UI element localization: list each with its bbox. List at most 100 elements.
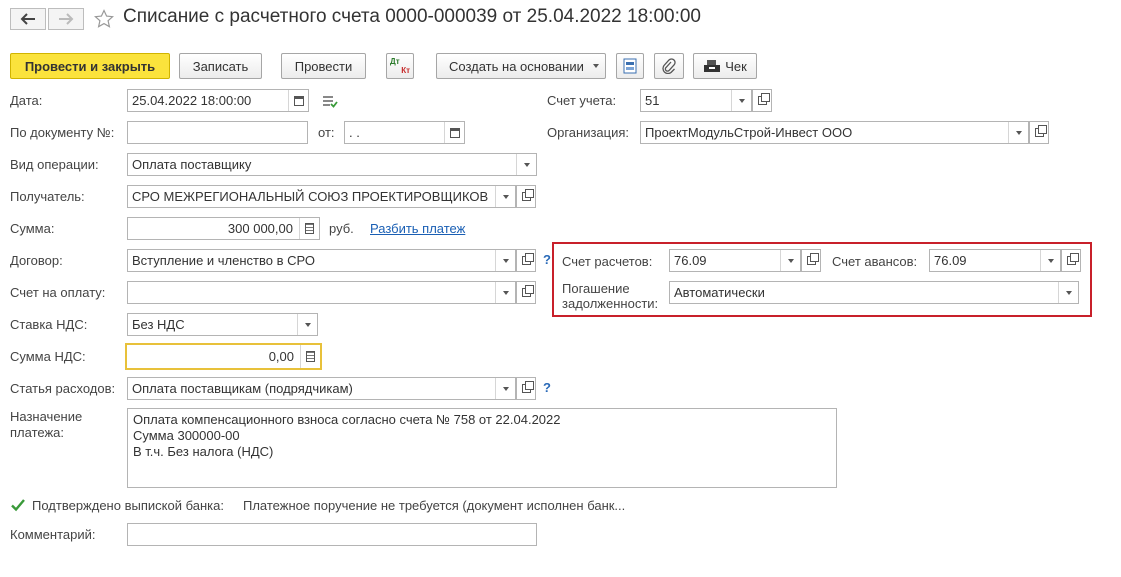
vat-rate-label: Ставка НДС:: [10, 317, 88, 332]
debt-repayment-dropdown[interactable]: [1058, 282, 1078, 303]
operation-type-dropdown[interactable]: [516, 154, 536, 175]
from-date-label: от:: [318, 125, 335, 140]
organization-open-button[interactable]: [1029, 121, 1049, 144]
calendar-button[interactable]: [288, 90, 308, 111]
open-icon: [757, 93, 770, 105]
contract-select[interactable]: Вступление и членство в СРО: [127, 249, 516, 272]
structure-button[interactable]: [616, 53, 644, 79]
cash-register-icon: [704, 60, 721, 72]
purpose-line: В т.ч. Без налога (НДС): [133, 444, 274, 459]
recipient-select[interactable]: СРО МЕЖРЕГИОНАЛЬНЫЙ СОЮЗ ПРОЕКТИРОВЩИКОВ: [127, 185, 516, 208]
organization-value: ПроектМодульСтрой-Инвест ООО: [645, 125, 853, 140]
attach-button[interactable]: [654, 53, 684, 79]
expense-help-icon[interactable]: ?: [543, 380, 551, 395]
paperclip-icon: [662, 58, 676, 74]
amount-calculator-button[interactable]: [299, 218, 319, 239]
organization-dropdown[interactable]: [1008, 122, 1028, 143]
account-dropdown[interactable]: [731, 90, 751, 111]
invoice-select[interactable]: [127, 281, 516, 304]
vat-rate-select[interactable]: Без НДС: [127, 313, 318, 336]
contract-dropdown[interactable]: [495, 250, 515, 271]
settlement-account-open-button[interactable]: [801, 249, 821, 272]
open-icon: [1066, 253, 1079, 265]
debt-repayment-label-line2: задолженности:: [562, 296, 659, 311]
advance-account-dropdown[interactable]: [1040, 250, 1060, 271]
recipient-dropdown[interactable]: [495, 186, 515, 207]
comment-input[interactable]: [127, 523, 537, 546]
advance-account-value: 76.09: [934, 253, 967, 268]
payment-purpose-textarea[interactable]: Оплата компенсационного взноса согласно …: [127, 408, 837, 488]
vat-rate-value: Без НДС: [132, 317, 185, 332]
chevron-down-icon: [1065, 290, 1072, 295]
contract-label: Договор:: [10, 253, 63, 268]
recipient-label: Получатель:: [10, 189, 85, 204]
amount-label: Сумма:: [10, 221, 55, 236]
invoice-dropdown[interactable]: [495, 282, 515, 303]
doc-number-input[interactable]: [127, 121, 308, 144]
dt-kt-icon: Дт Кт: [390, 57, 410, 75]
post-button[interactable]: Провести: [281, 53, 366, 79]
forward-button[interactable]: [48, 8, 84, 30]
expense-item-open-button[interactable]: [516, 377, 536, 400]
chevron-down-icon: [502, 258, 509, 263]
date-field[interactable]: 25.04.2022 18:00:00: [127, 89, 309, 112]
from-calendar-button[interactable]: [444, 122, 464, 143]
kt-label: Кт: [401, 66, 410, 75]
back-button[interactable]: [10, 8, 46, 30]
checkmark-icon: [11, 499, 25, 512]
from-date-field[interactable]: . .: [344, 121, 465, 144]
recipient-open-button[interactable]: [516, 185, 536, 208]
purpose-line: Оплата компенсационного взноса согласно …: [133, 412, 561, 427]
advance-account-select[interactable]: 76.09: [929, 249, 1061, 272]
advance-account-open-button[interactable]: [1061, 249, 1081, 272]
calendar-icon: [449, 127, 460, 138]
chevron-down-icon: [502, 194, 509, 199]
recipient-value: СРО МЕЖРЕГИОНАЛЬНЫЙ СОЮЗ ПРОЕКТИРОВЩИКОВ: [132, 189, 489, 204]
vat-rate-dropdown[interactable]: [297, 314, 317, 335]
create-based-on-button[interactable]: Создать на основании: [436, 53, 606, 79]
contract-open-button[interactable]: [516, 249, 536, 272]
settlement-account-dropdown[interactable]: [780, 250, 800, 271]
organization-select[interactable]: ПроектМодульСтрой-Инвест ООО: [640, 121, 1029, 144]
bank-confirmed-label: Подтверждено выпиской банка:: [32, 498, 224, 513]
debt-repayment-value: Автоматически: [674, 285, 765, 300]
vat-sum-value: 0,00: [268, 349, 294, 364]
split-payment-link[interactable]: Разбить платеж: [370, 221, 465, 236]
amount-field[interactable]: 300 000,00: [127, 217, 320, 240]
account-select[interactable]: 51: [640, 89, 752, 112]
document-check-icon[interactable]: [322, 94, 338, 108]
debt-repayment-select[interactable]: Автоматически: [669, 281, 1079, 304]
arrow-left-icon: [20, 13, 35, 25]
chevron-down-icon: [787, 258, 794, 263]
date-label: Дата:: [10, 93, 43, 108]
settlement-account-value: 76.09: [674, 253, 707, 268]
dt-label: Дт: [390, 57, 400, 66]
comment-label: Комментарий:: [10, 527, 96, 542]
receipt-button[interactable]: Чек: [693, 53, 757, 79]
star-icon[interactable]: [94, 9, 114, 29]
vat-calculator-button[interactable]: [300, 345, 320, 368]
expense-item-dropdown[interactable]: [495, 378, 515, 399]
contract-help-icon[interactable]: ?: [543, 252, 551, 267]
payment-order-status[interactable]: Платежное поручение не требуется (докуме…: [243, 498, 625, 513]
post-and-close-button[interactable]: Провести и закрыть: [10, 53, 170, 79]
purpose-label-line2: платежа:: [10, 425, 64, 440]
open-icon: [1034, 125, 1047, 137]
arrow-right-icon: [59, 13, 74, 25]
vat-sum-field[interactable]: 0,00: [125, 343, 322, 370]
document-structure-icon: [623, 58, 637, 74]
chevron-down-icon: [502, 290, 509, 295]
save-button[interactable]: Записать: [179, 53, 262, 79]
dt-kt-button[interactable]: Дт Кт: [386, 53, 414, 79]
account-open-button[interactable]: [752, 89, 772, 112]
bank-confirmed-checkbox[interactable]: [10, 497, 26, 513]
advance-account-label: Счет авансов:: [832, 254, 918, 269]
operation-type-value: Оплата поставщику: [132, 157, 252, 172]
invoice-open-button[interactable]: [516, 281, 536, 304]
currency-label: руб.: [329, 221, 354, 236]
expense-item-select[interactable]: Оплата поставщикам (подрядчикам): [127, 377, 516, 400]
operation-type-label: Вид операции:: [10, 157, 99, 172]
settlement-account-select[interactable]: 76.09: [669, 249, 801, 272]
open-icon: [521, 253, 534, 265]
operation-type-select[interactable]: Оплата поставщику: [127, 153, 537, 176]
